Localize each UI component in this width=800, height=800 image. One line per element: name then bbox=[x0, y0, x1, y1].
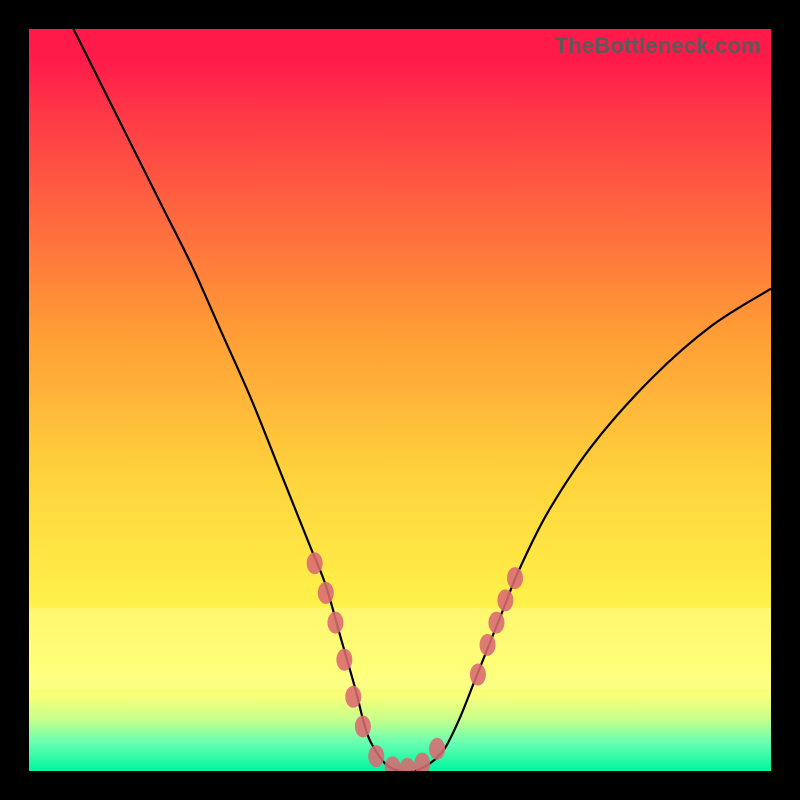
marker-dot bbox=[470, 664, 486, 686]
marker-dot bbox=[355, 715, 371, 737]
plot-area: TheBottleneck.com bbox=[29, 29, 771, 771]
marker-dot bbox=[345, 686, 361, 708]
marker-dot bbox=[399, 758, 415, 771]
marker-dot bbox=[336, 649, 352, 671]
marker-dot bbox=[429, 738, 445, 760]
marker-dot bbox=[327, 612, 343, 634]
marker-dot bbox=[507, 567, 523, 589]
chart-frame: TheBottleneck.com bbox=[0, 0, 800, 800]
bottleneck-curve bbox=[74, 29, 771, 771]
marker-dot bbox=[414, 753, 430, 771]
marker-dot bbox=[385, 756, 401, 771]
marker-dot bbox=[488, 612, 504, 634]
marker-dot bbox=[368, 745, 384, 767]
curve-layer bbox=[29, 29, 771, 771]
marker-dot bbox=[497, 589, 513, 611]
marker-dot bbox=[318, 582, 334, 604]
marker-dot bbox=[307, 552, 323, 574]
marker-dot bbox=[480, 634, 496, 656]
